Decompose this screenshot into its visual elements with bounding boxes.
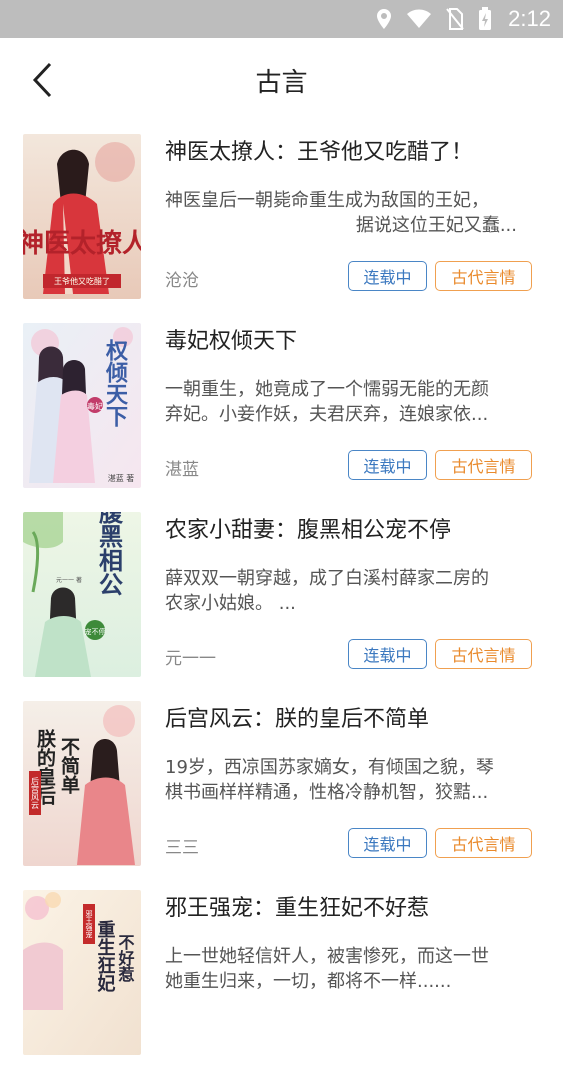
book-description: 神医皇后一朝毙命重生成为敌国的王妃， 据说这位王妃又蠢...: [165, 188, 533, 238]
cover-subtitle: 宠不停: [85, 627, 106, 636]
desc-line: 神医皇后一朝毙命重生成为敌国的王妃，: [165, 190, 489, 211]
cover-title-2: 不好惹: [116, 934, 136, 983]
book-cover[interactable]: 神医太撩人 王爷他又吃醋了: [23, 134, 141, 299]
desc-line: 弃妃。小妾作妖，夫君厌弃，连娘家依...: [165, 404, 489, 425]
page-title: 古言: [255, 67, 308, 98]
cover-author: 元一一 著: [56, 576, 82, 584]
book-title: 后宫风云：朕的皇后不简单: [165, 707, 430, 732]
cover-subtitle: 王爷他又吃醋了: [54, 276, 110, 286]
cover-title: 腹黑相公: [95, 512, 124, 596]
desc-line: 她重生归来，一切，都将不一样......: [165, 971, 452, 992]
desc-line: 据说这位王妃又蠢...: [355, 215, 517, 236]
wifi-icon: [406, 9, 432, 29]
location-icon: [376, 8, 392, 30]
no-sim-icon: [446, 8, 464, 30]
clock: 2:12: [508, 6, 551, 31]
desc-line: 棋书画样样精通，性格冷静机智，狡黠...: [165, 782, 489, 803]
desc-line: 薛双双一朝穿越，成了白溪村薛家二房的: [165, 568, 489, 589]
cover-author: 湛蓝 著: [108, 473, 135, 483]
desc-line: 农家小姑娘。 ...: [165, 593, 296, 614]
book-author: 湛蓝: [165, 460, 199, 480]
book-description: 19岁，西凉国苏家嫡女，有倾国之貌，琴 棋书画样样精通，性格冷静机智，狡黠...: [165, 755, 533, 805]
status-tag[interactable]: 连载中: [348, 639, 427, 669]
genre-tag[interactable]: 古代言情: [435, 450, 532, 480]
status-tag[interactable]: 连载中: [348, 261, 427, 291]
book-description: 上一世她轻信奸人，被害惨死，而这一世 她重生归来，一切，都将不一样......: [165, 944, 533, 994]
book-item[interactable]: 朕的皇后 不简单 后宫风云 后宫风云：朕的皇后不简单 19岁，西凉国苏家嫡女，有…: [0, 689, 563, 878]
book-cover[interactable]: 权倾天下 毒妃 湛蓝 著: [23, 323, 141, 488]
book-item[interactable]: 神医太撩人 王爷他又吃醋了 神医太撩人：王爷他又吃醋了！ 神医皇后一朝毙命重生成…: [0, 122, 563, 311]
book-cover[interactable]: 重生狂妃 不好惹 邪王强宠: [23, 890, 141, 1055]
chevron-left-icon: [32, 62, 52, 98]
header-bar: 古言: [0, 38, 563, 122]
book-item[interactable]: 腹黑相公 宠不停 元一一 著 农家小甜妻：腹黑相公宠不停 薛双双一朝穿越，成了白…: [0, 500, 563, 689]
cover-title-2: 不简单: [58, 737, 80, 795]
book-title: 毒妃权倾天下: [165, 329, 298, 354]
book-author: 元一一: [165, 649, 216, 669]
book-title: 邪王强宠：重生狂妃不好惹: [165, 896, 430, 921]
book-title: 神医太撩人：王爷他又吃醋了！: [165, 140, 474, 165]
book-author: 三三: [165, 838, 199, 858]
book-item[interactable]: 重生狂妃 不好惹 邪王强宠 邪王强宠：重生狂妃不好惹 上一世她轻信奸人，被害惨死…: [0, 878, 563, 1067]
desc-line: 19岁，西凉国苏家嫡女，有倾国之貌，琴: [165, 757, 494, 778]
book-description: 一朝重生，她竟成了一个懦弱无能的无颜 弃妃。小妾作妖，夫君厌弃，连娘家依...: [165, 377, 533, 427]
cover-title: 权倾天下: [102, 338, 129, 427]
book-title: 农家小甜妻：腹黑相公宠不停: [165, 518, 452, 543]
desc-line: 一朝重生，她竟成了一个懦弱无能的无颜: [165, 379, 489, 400]
genre-tag[interactable]: 古代言情: [435, 639, 532, 669]
book-list: 神医太撩人 王爷他又吃醋了 神医太撩人：王爷他又吃醋了！ 神医皇后一朝毙命重生成…: [0, 122, 563, 1067]
genre-tag[interactable]: 古代言情: [435, 828, 532, 858]
status-bar: 2:12: [0, 0, 563, 38]
genre-tag[interactable]: 古代言情: [435, 261, 532, 291]
status-tag[interactable]: 连载中: [348, 828, 427, 858]
book-author: 沧沧: [165, 271, 199, 291]
book-cover[interactable]: 腹黑相公 宠不停 元一一 著: [23, 512, 141, 677]
book-description: 薛双双一朝穿越，成了白溪村薛家二房的 农家小姑娘。 ...: [165, 566, 533, 616]
battery-charging-icon: [478, 7, 492, 31]
book-item[interactable]: 权倾天下 毒妃 湛蓝 著 毒妃权倾天下 一朝重生，她竟成了一个懦弱无能的无颜 弃…: [0, 311, 563, 500]
back-button[interactable]: [22, 60, 62, 100]
cover-subtitle: 后宫风云: [31, 776, 40, 810]
desc-line: 上一世她轻信奸人，被害惨死，而这一世: [165, 946, 489, 967]
book-cover[interactable]: 朕的皇后 不简单 后宫风云: [23, 701, 141, 866]
cover-subtitle: 毒妃: [87, 401, 103, 411]
cover-subtitle: 邪王强宠: [85, 910, 93, 939]
cover-title: 神医太撩人: [23, 229, 141, 259]
cover-title: 重生狂妃: [95, 919, 116, 993]
status-tag[interactable]: 连载中: [348, 450, 427, 480]
